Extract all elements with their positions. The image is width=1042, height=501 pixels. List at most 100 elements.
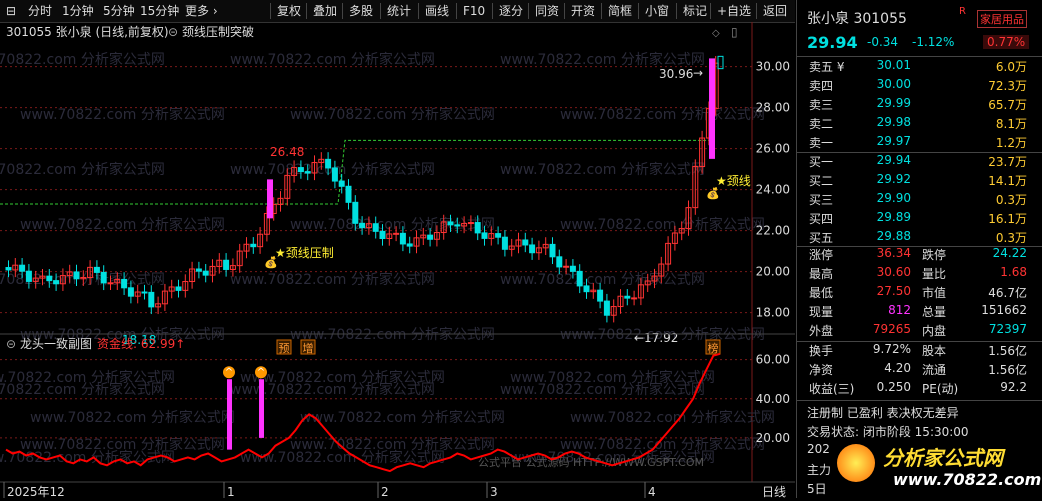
ask-label: 卖五 ¥ [809,60,845,74]
ask-price: 29.97 [876,134,911,148]
ask-label: 卖三 [809,98,834,112]
stat-label: 现量 [809,305,834,319]
toolbar-period-1[interactable]: 1分钟 [62,3,94,19]
bid-volume: 0.3万 [995,193,1027,207]
toolbar-btn-7[interactable]: 同资 [528,3,559,19]
layout-icon[interactable]: ⊟ [6,3,16,19]
candle-body [175,286,182,291]
note-line: 注册制 已盈利 表决权无差异 [807,406,959,420]
candle-body [107,282,114,285]
ask-label: 卖一 [809,136,834,150]
candle-body [250,243,257,248]
stat-value: 9.72% [872,342,911,356]
watermark-text: www.70822.com 分析家公式网 [510,369,715,386]
stat-value: 812 [888,303,911,317]
watermark-text: www.70822.com 分析家公式网 [500,161,705,178]
toolbar-btn-9[interactable]: 简框 [601,3,632,19]
toolbar-btn-5[interactable]: F10 [456,3,485,19]
toolbar: 分时 1分钟 5分钟 15分钟 更多 › ⊟ 复权 叠加 多股 统计 画线 F10 逐分 同资 开资 简框 小窗… [0,0,795,23]
candle-body [379,230,386,239]
stat-value: 27.50 [876,284,911,298]
bid-price: 29.90 [876,191,911,205]
divider [797,56,1042,57]
subchart-toggle-icon: ⊝ [6,337,16,351]
candle-body [141,291,148,294]
registration-tag: R [959,6,966,17]
change-value: -0.34 [867,35,899,49]
quote-panel: 张小泉 301055 R 家居用品 29.94 -0.34 -1.12% 0.77% 卖五 ¥… [796,0,1042,498]
x-tick-label: 4 [648,485,656,498]
toolbar-period-2[interactable]: 5分钟 [103,3,135,19]
candle-body [304,171,311,174]
watermark-text: www.70822.com 分析家公式网 [500,271,705,288]
toolbar-btn-13[interactable]: 返回 [756,3,787,19]
bid-price: 29.94 [876,153,911,167]
toolbar-btn-2[interactable]: 多股 [342,3,373,19]
candle-body [25,270,32,282]
candle-body [474,222,481,234]
event-badge-text: 增 [303,341,314,355]
toolbar-btn-6[interactable]: 逐分 [492,3,523,19]
candle-body [399,232,406,245]
bid-label: 买二 [809,174,834,188]
event-badge-text: 榜 [708,341,719,355]
signal-dot-glyph: ^ [225,367,233,378]
toolbar-btn-12[interactable]: +自选 [710,3,751,19]
watermark-text: www.70822.com 分析家公式网 [0,271,165,288]
y-tick-label: 28.00 [756,101,790,115]
current-price: 29.94 [807,33,858,52]
ask-price: 30.01 [876,58,911,72]
watermark-text: www.70822.com 分析家公式网 [230,51,435,68]
candle-body [447,221,454,226]
kline-chart-area[interactable]: 301055 张小泉 (日线,前复权)⊝颈线压制突破◇▯www.70822.co… [0,22,795,499]
toolbar-period-4[interactable]: 更多 › [185,3,218,19]
stat-label: 股本 [922,344,947,358]
stat-label: 最低 [809,286,834,300]
bid-label: 买三 [809,193,834,207]
stat-label: 净资 [809,363,834,377]
toolbar-period-3[interactable]: 15分钟 [140,3,179,19]
watermark-text: www.70822.com 分析家公式网 [560,106,765,123]
bid-volume: 0.3万 [995,231,1027,245]
site-logo: 分析家公式网 www.70822.com [835,440,1042,494]
toolbar-btn-4[interactable]: 画线 [418,3,449,19]
ask-label: 卖二 [809,117,834,131]
candle-body [501,236,508,250]
candle-body [563,265,570,268]
signal-spike [227,379,232,450]
toolbar-btn-1[interactable]: 叠加 [306,3,337,19]
ask-volume: 1.2万 [995,136,1027,150]
stat-label: 收益(三) [809,382,855,396]
signal-dot-glyph: ^ [257,367,265,378]
ask-volume: 72.3万 [988,79,1027,93]
y-tick-label: 24.00 [756,183,790,197]
candle-body [427,234,434,240]
logo-star-icon [837,444,875,482]
candle-body [556,256,563,268]
y-tick-label: 60.00 [756,353,790,367]
candle-body [603,300,610,316]
signal-spike [259,379,264,438]
toolbar-btn-0[interactable]: 复权 [270,3,301,19]
candle-body [46,275,53,282]
candle-body [195,268,202,272]
stat-value: 1.56亿 [988,344,1027,358]
toolbar-period-0[interactable]: 分时 [28,3,52,19]
ask-label: 卖四 [809,79,834,93]
toolbar-btn-3[interactable]: 统计 [380,3,411,19]
fund-line-label: 资金线: 62.99↑ [97,336,185,351]
y-tick-label: 40.00 [756,392,790,406]
toolbar-btn-10[interactable]: 小窗 [638,3,669,19]
stat-value: 30.60 [876,265,911,279]
candle-body [338,180,345,187]
chart-title: 301055 张小泉 (日线,前复权) [6,24,169,39]
toolbar-btn-11[interactable]: 标记 [676,3,707,19]
toolbar-btn-8[interactable]: 开资 [564,3,595,19]
ask-price: 29.98 [876,115,911,129]
note-line: 202 [807,442,830,456]
candle-body [481,232,488,239]
candle-body [522,239,529,246]
stat-value: 72397 [988,322,1027,336]
stat-label: 跌停 [922,248,947,262]
logo-url: www.70822.com [893,470,1042,489]
